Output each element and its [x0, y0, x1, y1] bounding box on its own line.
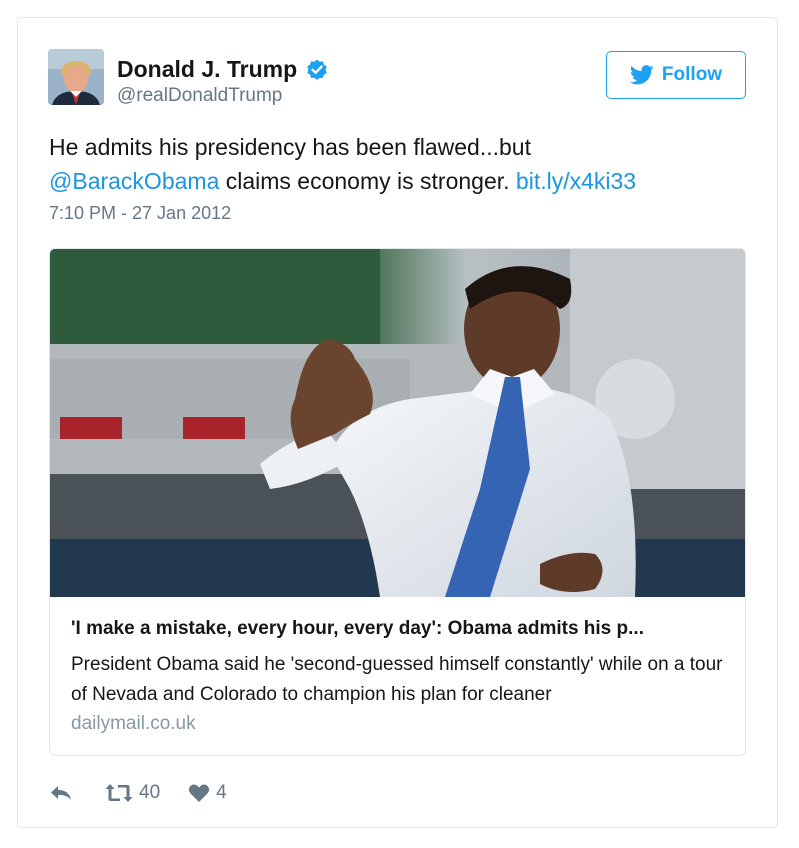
twitter-bird-icon [629, 65, 654, 85]
mention-link[interactable]: @BarackObama [49, 168, 219, 194]
avatar[interactable] [48, 49, 104, 105]
verified-badge-icon [307, 59, 327, 80]
news-photo [50, 249, 745, 597]
card-description: President Obama said he 'second-guessed … [71, 654, 723, 705]
author-handle[interactable]: @realDonaldTrump [117, 85, 282, 107]
heart-icon [189, 784, 210, 802]
tweet-text-part2: claims economy is stronger. [219, 168, 516, 194]
url-link[interactable]: bit.ly/x4ki33 [516, 168, 636, 194]
like-count: 4 [216, 782, 227, 803]
avatar-image [48, 49, 104, 105]
tweet-card: Donald J. Trump @realDonaldTrump Follow … [17, 17, 778, 828]
link-preview-card[interactable]: 'I make a mistake, every hour, every day… [49, 248, 746, 756]
tweet-text-part1: He admits his presidency has been flawed… [49, 134, 531, 160]
tweet-actions: 40 4 [49, 780, 227, 806]
follow-button[interactable]: Follow [606, 51, 746, 99]
retweet-button[interactable]: 40 [105, 782, 160, 804]
author-name-text: Donald J. Trump [117, 56, 298, 82]
follow-button-label: Follow [661, 64, 723, 85]
tweet-timestamp[interactable]: 7:10 PM - 27 Jan 2012 [49, 203, 231, 224]
tweet-text: He admits his presidency has been flawed… [49, 130, 749, 198]
retweet-count: 40 [139, 782, 161, 803]
reply-button[interactable] [49, 783, 73, 803]
card-title: 'I make a mistake, every hour, every day… [71, 618, 644, 639]
author-name[interactable]: Donald J. Trump [117, 56, 329, 83]
card-domain: dailymail.co.uk [71, 713, 196, 734]
reply-icon [51, 786, 71, 800]
retweet-icon [105, 784, 133, 802]
like-button[interactable]: 4 [188, 782, 227, 804]
